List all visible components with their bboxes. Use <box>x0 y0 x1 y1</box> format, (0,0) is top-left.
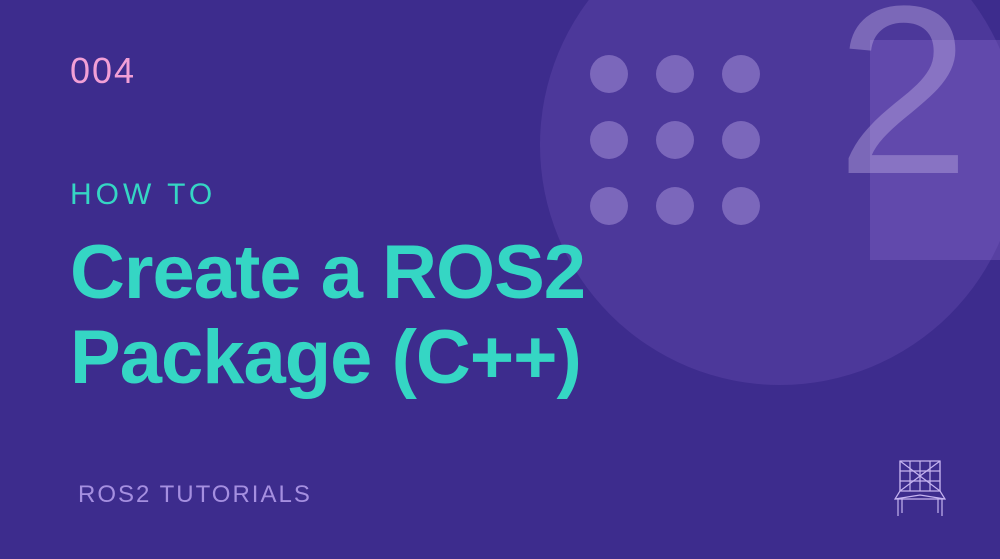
decoration-dot <box>722 55 760 93</box>
episode-number: 004 <box>70 50 136 92</box>
chair-logo-icon <box>890 451 950 521</box>
dot-grid-decoration <box>590 55 760 225</box>
decoration-dot <box>656 187 694 225</box>
decoration-dot <box>722 121 760 159</box>
decoration-dot <box>590 121 628 159</box>
series-label: ROS2 TUTORIALS <box>78 481 312 509</box>
big-number-decoration: 2 <box>837 0 970 210</box>
decoration-dot <box>656 121 694 159</box>
decoration-dot <box>722 187 760 225</box>
decoration-dot <box>590 187 628 225</box>
howto-label: HOW TO <box>70 178 216 212</box>
decoration-dot <box>656 55 694 93</box>
decoration-dot <box>590 55 628 93</box>
main-title: Create a ROS2Package (C++) <box>70 230 585 400</box>
